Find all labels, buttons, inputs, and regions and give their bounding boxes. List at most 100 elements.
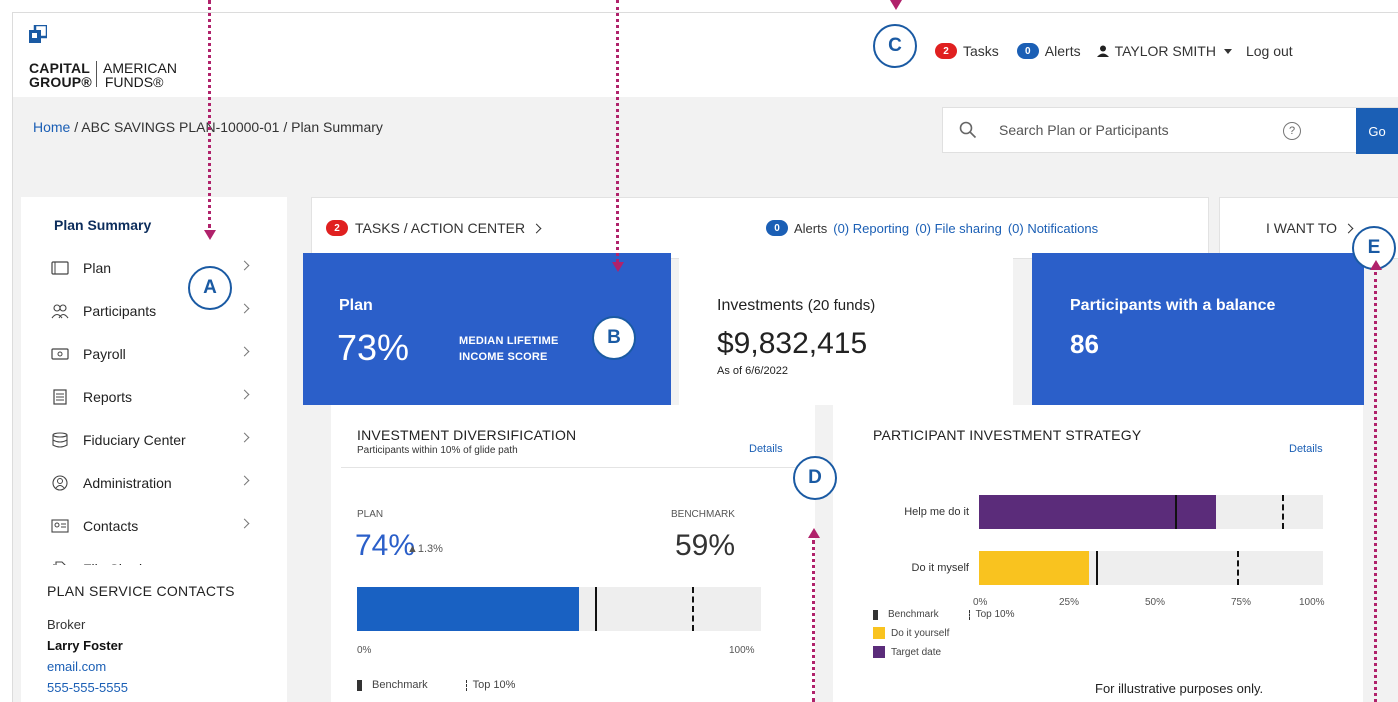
strategy-x-tick-label: 25% <box>1059 597 1080 608</box>
diversification-bar-plan <box>357 587 579 631</box>
sidebar-item-participants[interactable]: Participants <box>51 296 277 326</box>
plan-card-value: 73% <box>337 327 410 368</box>
investments-card[interactable]: Investments (20 funds) $9,832,415 As of … <box>679 253 1013 405</box>
breadcrumb-home[interactable]: Home <box>33 119 70 135</box>
diversification-benchmark-marker <box>595 587 598 631</box>
logout-link[interactable]: Log out <box>1246 43 1293 59</box>
notifications-link[interactable]: (0) Notifications <box>1008 221 1098 236</box>
contact-phone-link[interactable]: 555-555-5555 <box>47 680 128 695</box>
sidebar-item-reports[interactable]: Reports <box>51 382 277 412</box>
legend-top10-label: Top 10% <box>975 609 1015 620</box>
legend-target-label: Target date <box>891 646 942 658</box>
alerts-link[interactable]: Alerts <box>794 221 827 236</box>
help-icon[interactable]: ? <box>1283 122 1301 140</box>
sidebar-item-label: Reports <box>83 389 133 405</box>
participants-card[interactable]: Participants with a balance 86 <box>1032 253 1364 405</box>
callout-b-arrow <box>612 262 624 272</box>
chevron-right-icon <box>239 475 250 486</box>
logo-mark-icon <box>29 25 47 43</box>
sidebar-item-administration[interactable]: Administration <box>51 468 277 498</box>
legend-diy-swatch <box>873 627 885 639</box>
divider <box>341 467 805 468</box>
callout-a-arrow <box>204 230 216 240</box>
legend-diy: Do it yourself <box>873 627 949 639</box>
breadcrumb-plan[interactable]: ABC SAVINGS PLAN-10000-01 <box>81 119 279 135</box>
diversification-details-link[interactable]: Details <box>749 443 783 455</box>
strategy-category-label: Do it myself <box>911 562 969 574</box>
sidebar: Plan Summary Plan Participants Payroll R… <box>21 197 287 577</box>
sidebar-item-contacts[interactable]: Contacts <box>51 511 277 541</box>
callout-d-line <box>812 540 815 702</box>
sidebar-item-label: Fiduciary Center <box>83 432 186 448</box>
strategy-details-link[interactable]: Details <box>1289 443 1323 455</box>
tasks-action-center-link[interactable]: 2 TASKS / ACTION CENTER <box>326 220 542 236</box>
callout-a-line <box>208 0 211 228</box>
tasks-count-badge[interactable]: 2 <box>935 43 957 59</box>
header-actions: 2 Tasks 0 Alerts TAYLOR SMITH Log out <box>935 43 1293 59</box>
header: CAPITAL AMERICAN GROUP® FUNDS® 2 Tasks 0 A… <box>13 13 1398 97</box>
benchmark-percentage: 59% <box>675 529 736 562</box>
contact-role: Broker <box>47 617 86 632</box>
tasks-action-center-label: TASKS / ACTION CENTER <box>355 220 526 236</box>
chevron-right-icon <box>239 518 250 529</box>
alerts-count-badge[interactable]: 0 <box>1016 43 1039 59</box>
alerts-link[interactable]: Alerts <box>1045 43 1081 59</box>
participants-card-label: Participants with a balance <box>1070 297 1276 314</box>
chevron-right-icon <box>239 303 250 314</box>
sidebar-title[interactable]: Plan Summary <box>54 217 151 233</box>
chevron-right-icon <box>1343 223 1354 233</box>
legend-benchmark-swatch <box>357 679 362 691</box>
reporting-link[interactable]: (0) Reporting <box>833 221 909 236</box>
go-button[interactable]: Go <box>1356 108 1398 154</box>
callout-c: C <box>873 24 917 68</box>
plan-card-subtitle: MEDIAN LIFETIME INCOME SCORE <box>459 335 559 363</box>
chevron-right-icon <box>531 223 542 233</box>
benchmark-label: BENCHMARK <box>671 509 735 520</box>
sidebar-item-fiduciary-center[interactable]: Fiduciary Center <box>51 425 277 455</box>
alerts-count-badge: 0 <box>766 220 788 236</box>
strategy-bar-target-date <box>979 495 1217 529</box>
sidebar-item-label: Administration <box>83 475 172 491</box>
file-sharing-link[interactable]: (0) File sharing <box>915 221 1002 236</box>
axis-min-label: 0% <box>357 645 372 656</box>
tasks-link[interactable]: Tasks <box>963 43 999 59</box>
strategy-x-tick-label: 100% <box>1299 597 1325 608</box>
callout-e-line <box>1374 272 1377 702</box>
breadcrumb-current: Plan Summary <box>291 119 383 135</box>
callout-d: D <box>793 456 837 500</box>
strategy-legend-row: Benchmark Top 10% <box>873 609 1015 620</box>
callout-a: A <box>188 266 232 310</box>
search-input[interactable] <box>999 118 1319 142</box>
sidebar-item-plan[interactable]: Plan <box>51 253 277 283</box>
diversification-bar-track <box>357 587 761 631</box>
action-bar: 2 TASKS / ACTION CENTER 0 Alerts (0) Rep… <box>311 197 1209 259</box>
strategy-x-tick-label: 0% <box>973 597 988 608</box>
user-icon <box>1096 45 1109 57</box>
payroll-icon <box>51 348 69 360</box>
logo-line-2: GROUP® FUNDS® <box>29 74 164 90</box>
investments-card-label: Investments (20 funds) <box>717 297 876 314</box>
chevron-right-icon <box>239 260 250 271</box>
tasks-count-badge: 2 <box>326 220 348 236</box>
participant-investment-strategy-panel: PARTICIPANT INVESTMENT STRATEGY Details … <box>833 405 1363 702</box>
diversification-subtitle: Participants within 10% of glide path <box>357 445 518 456</box>
diversification-title: INVESTMENT DIVERSIFICATION <box>357 427 577 443</box>
window-icon <box>51 261 69 275</box>
chevron-down-icon <box>1223 48 1232 54</box>
people-icon <box>51 304 69 319</box>
breadcrumb-separator: / <box>70 119 82 135</box>
legend-benchmark-swatch <box>873 609 878 620</box>
contact-email-link[interactable]: email.com <box>47 659 106 674</box>
strategy-title: PARTICIPANT INVESTMENT STRATEGY <box>873 427 1142 443</box>
sidebar-item-payroll[interactable]: Payroll <box>51 339 277 369</box>
participants-card-value: 86 <box>1070 329 1099 359</box>
strategy-bar-do-it-yourself <box>979 551 1090 585</box>
investments-card-value: $9,832,415 <box>717 327 868 360</box>
app-window: CAPITAL AMERICAN GROUP® FUNDS® 2 Tasks 0 A… <box>12 12 1398 702</box>
strategy-category-label: Help me do it <box>904 506 969 518</box>
search-bar: ? Go <box>942 107 1398 154</box>
breadcrumb-separator: / <box>279 119 292 135</box>
sidebar-item-label: Payroll <box>83 346 126 362</box>
user-menu[interactable]: TAYLOR SMITH <box>1096 43 1246 59</box>
legend-benchmark-label: Benchmark <box>888 609 939 620</box>
